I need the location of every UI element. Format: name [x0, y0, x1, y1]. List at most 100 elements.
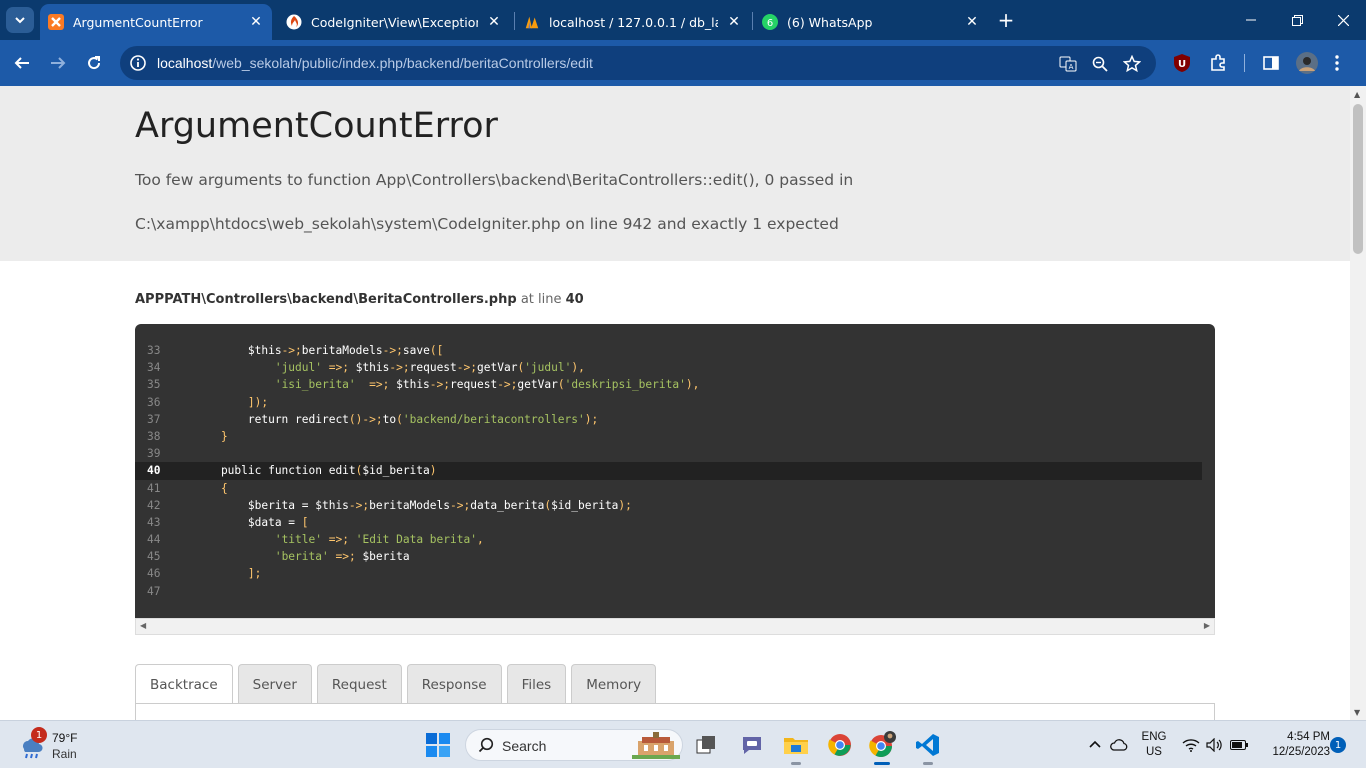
debug-tab-backtrace[interactable]: Backtrace: [135, 664, 233, 704]
running-indicator: [923, 762, 933, 765]
source-code-block: 33 $this->;beritaModels->;save([34 'judu…: [135, 324, 1215, 618]
line-number: 47: [147, 584, 161, 598]
input-language[interactable]: ENG US: [1138, 730, 1170, 760]
debug-tab-files[interactable]: Files: [506, 664, 567, 704]
profile-avatar[interactable]: [1296, 52, 1318, 74]
notification-badge[interactable]: 1: [1330, 737, 1346, 753]
page-vertical-scrollbar[interactable]: ▲ ▼: [1350, 86, 1366, 720]
system-clock[interactable]: 4:54 PM 12/25/2023: [1254, 730, 1330, 760]
debug-tab-response[interactable]: Response: [406, 664, 502, 704]
start-button[interactable]: [426, 733, 450, 757]
phpmyadmin-icon: [524, 14, 540, 30]
tab-codeigniter-exceptions[interactable]: CodeIgniter\View\Exceptions\V ✕: [278, 4, 510, 40]
onedrive-cloud-icon[interactable]: [1109, 735, 1129, 755]
line-number: 41: [147, 481, 161, 495]
chrome-icon: [828, 734, 851, 756]
restore-button[interactable]: [1274, 0, 1320, 40]
extensions-puzzle-icon[interactable]: [1207, 52, 1229, 74]
close-window-button[interactable]: [1320, 0, 1366, 40]
code-line: 36 ]);: [135, 394, 1215, 411]
bookmark-star-icon[interactable]: [1122, 54, 1142, 74]
code-line: 46 ];: [135, 565, 1215, 582]
debug-tab-panel: [135, 703, 1215, 720]
code-line-highlighted: 40 public function edit($id_berita): [135, 462, 1202, 480]
code-text: $this->;beritaModels->;save([: [194, 344, 444, 357]
restore-icon: [1291, 14, 1303, 26]
close-icon: [1337, 14, 1349, 26]
arrow-left-icon: [14, 57, 29, 69]
scroll-down-icon[interactable]: ▼: [1354, 708, 1360, 717]
debug-tab-request[interactable]: Request: [316, 664, 402, 704]
code-line: 45 'berita' =>; $berita: [135, 548, 1215, 565]
teams-chat-button[interactable]: [736, 729, 768, 761]
debug-tabs: Backtrace Server Request Response Files Memor…: [135, 664, 657, 704]
chrome-profile-button[interactable]: [866, 729, 898, 765]
running-indicator: [874, 762, 890, 765]
reload-button[interactable]: [80, 49, 108, 77]
search-highlight-icon: [632, 732, 680, 759]
line-number: 38: [147, 429, 161, 443]
site-info-icon[interactable]: [129, 54, 147, 72]
search-icon: [478, 737, 494, 753]
code-line: 38 }: [135, 428, 1215, 445]
chrome-button[interactable]: [824, 729, 856, 761]
task-view-button[interactable]: [690, 729, 722, 761]
close-icon[interactable]: ✕: [726, 14, 742, 30]
code-line: 34 'judul' =>; $this->;request->;getVar(…: [135, 359, 1215, 376]
back-button[interactable]: [8, 49, 36, 77]
at-line-label: at line: [520, 292, 562, 307]
code-text: 'title' =>; 'Edit Data berita',: [274, 533, 484, 547]
battery-icon[interactable]: [1229, 735, 1249, 755]
scroll-right-icon[interactable]: ▶: [1204, 621, 1210, 630]
forward-button[interactable]: [44, 49, 72, 77]
tab-phpmyadmin[interactable]: localhost / 127.0.0.1 / db_latihan ✕: [516, 4, 750, 40]
menu-kebab-icon[interactable]: [1326, 52, 1348, 74]
code-horizontal-scrollbar[interactable]: ◀ ▶: [135, 618, 1215, 635]
close-icon[interactable]: ✕: [248, 14, 264, 30]
line-number: 45: [147, 550, 161, 564]
vscode-button[interactable]: [912, 729, 944, 765]
code-text: 'judul' =>; $this->;request->;getVar('ju…: [274, 361, 585, 375]
code-text: 'isi_berita' =>; $this->;request->;getVa…: [274, 378, 700, 392]
minimize-button[interactable]: [1228, 0, 1274, 40]
folder-icon: [784, 738, 808, 754]
code-line: 39: [135, 445, 1215, 462]
taskbar-search[interactable]: Search: [465, 729, 683, 761]
tab-search-button[interactable]: [6, 7, 34, 33]
weather-widget[interactable]: 1 79°F Rain: [18, 727, 88, 763]
ublock-extension-icon[interactable]: U: [1171, 52, 1193, 74]
chevron-up-icon[interactable]: [1085, 735, 1105, 755]
url-text[interactable]: localhost/web_sekolah/public/index.php/b…: [157, 55, 593, 71]
scroll-left-icon[interactable]: ◀: [140, 621, 146, 630]
search-placeholder: Search: [502, 738, 547, 754]
close-icon[interactable]: ✕: [964, 14, 980, 30]
scrollbar-thumb[interactable]: [1353, 104, 1363, 254]
debug-tab-server[interactable]: Server: [237, 664, 312, 704]
new-tab-button[interactable]: +: [994, 8, 1018, 32]
close-icon[interactable]: ✕: [486, 14, 502, 30]
toolbar-separator: [1244, 54, 1245, 72]
tab-whatsapp[interactable]: 6 (6) WhatsApp ✕: [754, 4, 988, 40]
address-bar[interactable]: localhost/web_sekolah/public/index.php/b…: [120, 46, 1156, 80]
wifi-icon[interactable]: [1181, 735, 1201, 755]
chat-icon: [743, 737, 761, 754]
code-text: $data = [: [194, 515, 309, 529]
translate-icon[interactable]: A: [1058, 54, 1078, 74]
scroll-up-icon[interactable]: ▲: [1354, 90, 1360, 99]
weather-temperature: 79°F: [52, 731, 78, 745]
code-text: ]);: [247, 395, 269, 409]
chrome-profile-icon: [869, 731, 896, 757]
error-message: Too few arguments to function App\Contro…: [135, 171, 854, 233]
tab-argumentcounterror[interactable]: ArgumentCountError ✕: [40, 4, 272, 40]
volume-icon[interactable]: [1205, 735, 1225, 755]
error-title: ArgumentCountError: [135, 106, 498, 146]
tab-title: CodeIgniter\View\Exceptions\V: [311, 14, 478, 30]
side-panel-icon[interactable]: [1260, 52, 1282, 74]
clock-time: 4:54 PM: [1287, 731, 1330, 743]
whatsapp-icon: 6: [762, 14, 778, 30]
line-number: 43: [147, 515, 161, 529]
file-explorer-button[interactable]: [780, 729, 812, 765]
zoom-icon[interactable]: [1090, 54, 1110, 74]
debug-tab-memory[interactable]: Memory: [571, 664, 657, 704]
tab-separator: [752, 12, 753, 30]
